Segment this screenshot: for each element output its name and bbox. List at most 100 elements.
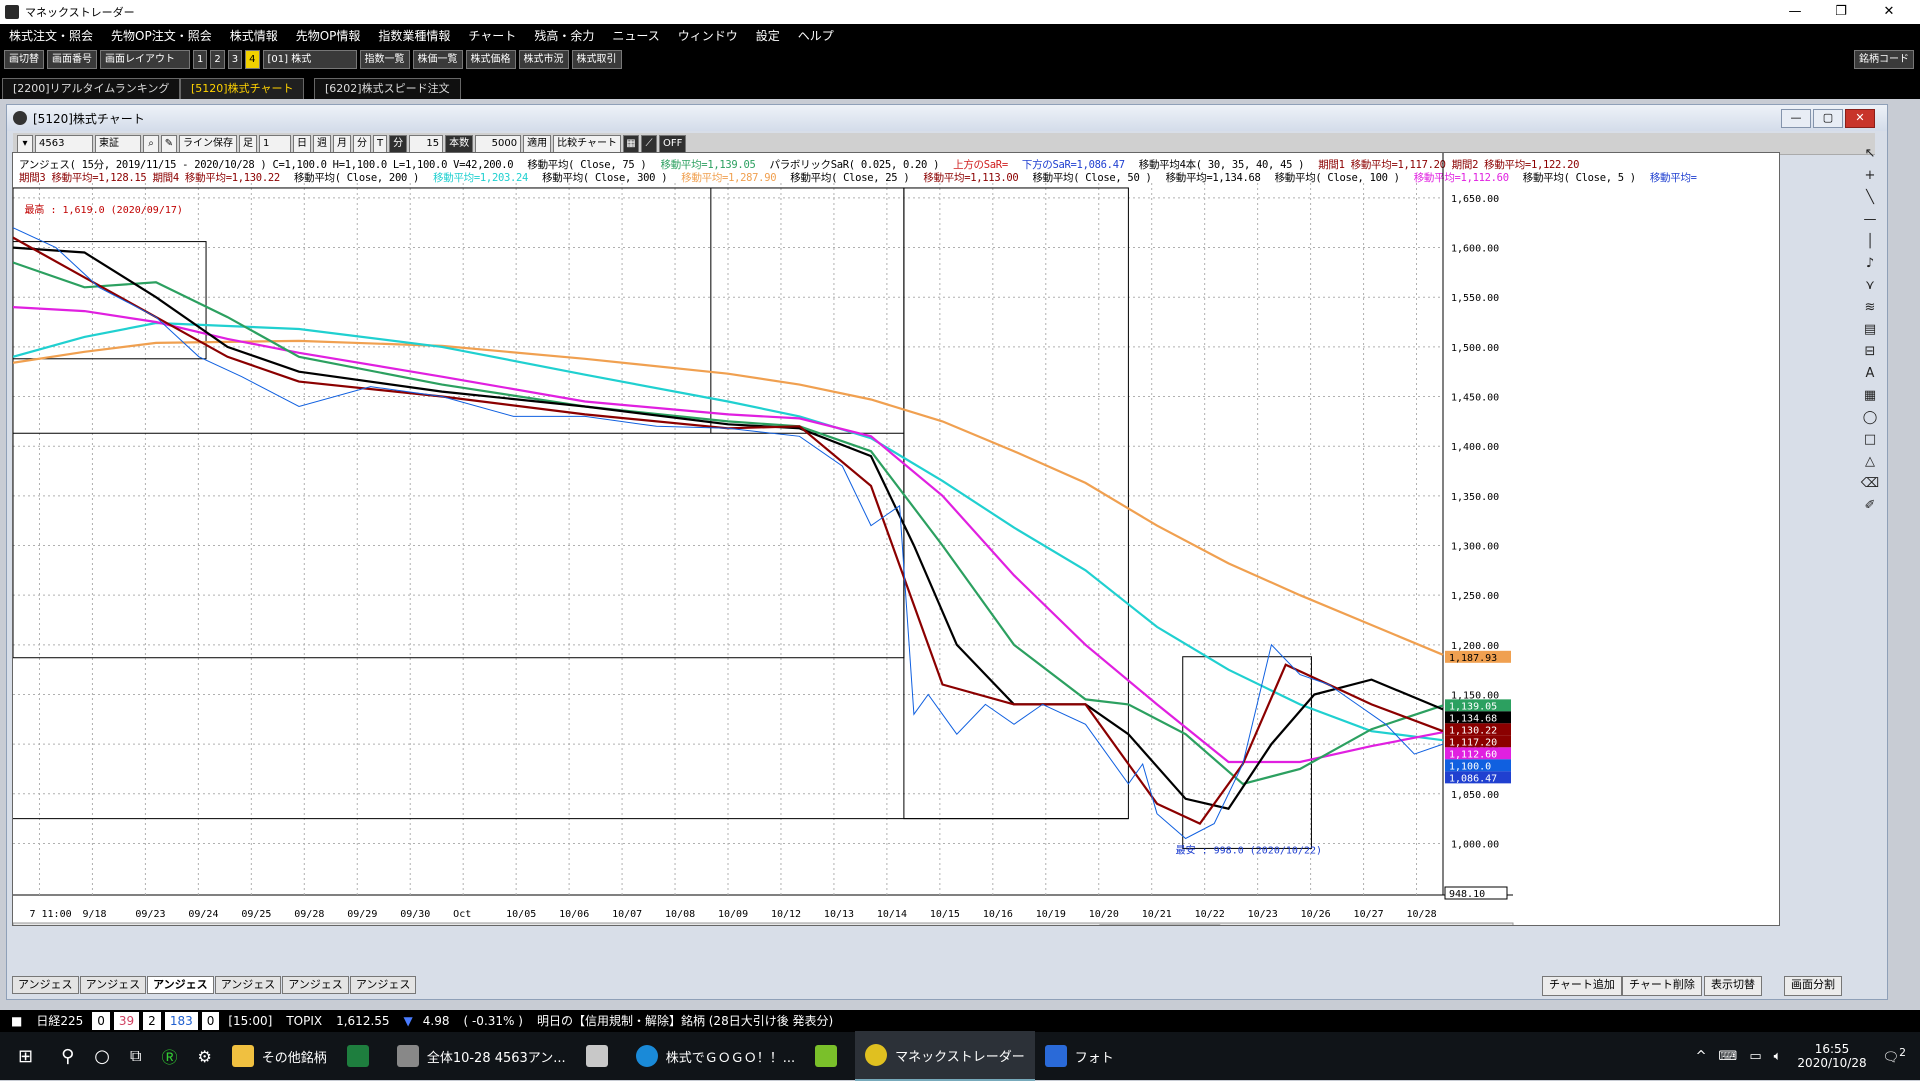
- bar-count-input[interactable]: 5000: [475, 134, 522, 153]
- clock[interactable]: 16:55 2020/10/28: [1787, 1042, 1876, 1070]
- search-icon[interactable]: ⚲: [51, 1032, 84, 1080]
- keyboard-icon[interactable]: ⌨: [1713, 1049, 1744, 1064]
- ashi-count-input[interactable]: 1: [259, 134, 291, 153]
- crosshair-icon[interactable]: +: [1860, 166, 1880, 186]
- search-icon[interactable]: ⌕: [143, 134, 159, 153]
- menu-chart[interactable]: チャート: [459, 24, 525, 48]
- ticker-news[interactable]: 明日の【信用規制・解除】銘柄 (28日大引け後 発表分): [532, 1012, 838, 1030]
- edit-icon[interactable]: ✎: [161, 134, 177, 153]
- stock-tab-active[interactable]: アンジェス: [147, 976, 214, 994]
- chart-minimize-button[interactable]: —: [1781, 109, 1811, 128]
- toolbar-stock-trade[interactable]: 株式取引: [571, 50, 622, 69]
- app-r-icon[interactable]: Ⓡ: [151, 1032, 187, 1080]
- off-toggle[interactable]: OFF: [659, 134, 687, 153]
- cortana-icon[interactable]: ○: [84, 1032, 120, 1080]
- page-2-button[interactable]: 2: [210, 50, 225, 69]
- horizontal-line-icon[interactable]: —: [1860, 210, 1880, 230]
- apply-button[interactable]: 適用: [523, 134, 552, 153]
- channel-icon[interactable]: ▤: [1860, 320, 1880, 340]
- menu-futures-order[interactable]: 先物OP注文・照会: [102, 24, 221, 48]
- menu-stock-order[interactable]: 株式注文・照会: [0, 24, 102, 48]
- chart-maximize-button[interactable]: ▢: [1813, 109, 1843, 128]
- minimize-button[interactable]: —: [1772, 0, 1818, 24]
- network-icon[interactable]: ▭: [1743, 1049, 1767, 1064]
- menu-settings[interactable]: 設定: [747, 24, 789, 48]
- taskbar-item-photos[interactable]: フォト: [1035, 1032, 1124, 1080]
- checkbox-icon[interactable]: ■: [6, 1012, 27, 1030]
- minutes-input[interactable]: 15: [409, 134, 444, 153]
- menu-dropdown-icon[interactable]: ▾: [17, 134, 33, 153]
- volume-icon[interactable]: 🔈︎: [1768, 1049, 1788, 1064]
- bell-icon[interactable]: ♪: [1860, 254, 1880, 274]
- stock-code-input[interactable]: 4563: [35, 134, 93, 153]
- taskbar-item-monex[interactable]: マネックストレーダー: [855, 1031, 1035, 1081]
- eraser-icon[interactable]: ⌫: [1860, 474, 1880, 494]
- start-icon[interactable]: ⊞: [0, 1032, 51, 1080]
- page-3-button[interactable]: 3: [227, 50, 243, 69]
- settings-gear-icon[interactable]: ⚙: [187, 1032, 221, 1080]
- screen-number-button[interactable]: 画面番号: [47, 50, 97, 69]
- line-save-button[interactable]: ライン保存: [179, 134, 237, 153]
- page-1-button[interactable]: 1: [193, 50, 208, 69]
- menu-window[interactable]: ウィンドウ: [669, 24, 747, 48]
- text-tool-icon[interactable]: A: [1860, 364, 1880, 384]
- vertical-line-icon[interactable]: │: [1860, 232, 1880, 252]
- market-select[interactable]: [01] 株式: [262, 50, 357, 69]
- line-chart-icon[interactable]: ⟋: [641, 134, 658, 153]
- restore-button[interactable]: ❐: [1818, 0, 1864, 24]
- tab-stock-chart[interactable]: [5120]株式チャート: [180, 78, 305, 99]
- add-chart-button[interactable]: チャート追加: [1542, 976, 1622, 996]
- tab-realtime-ranking[interactable]: [2200]リアルタイムランキング: [2, 78, 181, 99]
- taskbar-item-photo-editor[interactable]: 全体10-28 4563アン...: [387, 1032, 576, 1080]
- stock-tab[interactable]: アンジェス: [349, 976, 417, 994]
- period-month-button[interactable]: 月: [333, 134, 351, 153]
- toolbar-price-list[interactable]: 株価一覧: [412, 50, 463, 69]
- toolbar-market-news[interactable]: 株式市況: [518, 50, 569, 69]
- menu-stock-info[interactable]: 株式情報: [221, 24, 287, 48]
- rectangle-tool-icon[interactable]: ⊟: [1860, 342, 1880, 362]
- stock-tab[interactable]: アンジェス: [79, 976, 147, 994]
- toolbar-stock-price[interactable]: 株式価格: [465, 50, 516, 69]
- explorer-icon[interactable]: [576, 1032, 626, 1080]
- screen-switch-button[interactable]: 画切替: [4, 50, 44, 69]
- stock-tab[interactable]: アンジェス: [214, 976, 282, 994]
- cursor-icon[interactable]: ↖: [1860, 144, 1880, 164]
- code-search-button[interactable]: 銘柄コード: [1854, 50, 1914, 69]
- menu-futures-info[interactable]: 先物OP情報: [287, 24, 370, 48]
- menu-balance[interactable]: 残高・余力: [525, 24, 603, 48]
- stock-tab[interactable]: アンジェス: [282, 976, 349, 994]
- square-icon[interactable]: □: [1860, 430, 1880, 450]
- menu-news[interactable]: ニュース: [603, 24, 668, 48]
- stock-app-icon[interactable]: [805, 1032, 855, 1080]
- notification-icon[interactable]: 🗨︎2: [1877, 1046, 1920, 1065]
- chevron-up-icon[interactable]: ^: [1690, 1049, 1713, 1064]
- trendline-icon[interactable]: ╲: [1860, 188, 1880, 208]
- taskbar-item-edge[interactable]: 株式でＧＯＧＯ！！...: [626, 1032, 805, 1080]
- period-tick-button[interactable]: T: [373, 134, 388, 153]
- display-toggle-button[interactable]: 表示切替: [1704, 976, 1762, 996]
- grid-icon[interactable]: ▦: [623, 134, 640, 153]
- chart-area[interactable]: アンジェス( 15分, 2019/11/15 - 2020/10/28 ) C=…: [12, 152, 1780, 926]
- exchange-select[interactable]: 東証: [95, 134, 141, 153]
- delete-chart-button[interactable]: チャート削除: [1622, 976, 1702, 996]
- menu-help[interactable]: ヘルプ: [789, 24, 843, 48]
- triangle-icon[interactable]: △: [1860, 452, 1880, 472]
- compare-chart-button[interactable]: 比較チャート: [553, 134, 622, 153]
- chart-close-button[interactable]: ✕: [1845, 109, 1875, 128]
- period-minute-button[interactable]: 分: [353, 134, 371, 153]
- period-week-button[interactable]: 週: [313, 134, 331, 153]
- layout-select[interactable]: 画面レイアウト: [100, 50, 190, 69]
- page-4-button[interactable]: 4: [245, 50, 260, 69]
- split-screen-button[interactable]: 画面分割: [1784, 976, 1842, 996]
- table-icon[interactable]: ▦: [1860, 386, 1880, 406]
- stock-tab[interactable]: アンジェス: [12, 976, 79, 994]
- taskbar-item-folder[interactable]: その他銘柄: [222, 1032, 337, 1080]
- fibonacci-icon[interactable]: ≋: [1860, 298, 1880, 318]
- menu-index-info[interactable]: 指数業種情報: [369, 24, 459, 48]
- tab-speed-order[interactable]: [6202]株式スピード注文: [314, 78, 461, 99]
- period-day-button[interactable]: 日: [293, 134, 311, 153]
- price-chart-svg[interactable]: 1,000.001,050.001,100.001,150.001,200.00…: [13, 153, 1779, 925]
- toolbar-index-list[interactable]: 指数一覧: [359, 50, 410, 69]
- task-view-icon[interactable]: ⧉: [120, 1032, 151, 1080]
- pen-icon[interactable]: ✐: [1860, 496, 1880, 516]
